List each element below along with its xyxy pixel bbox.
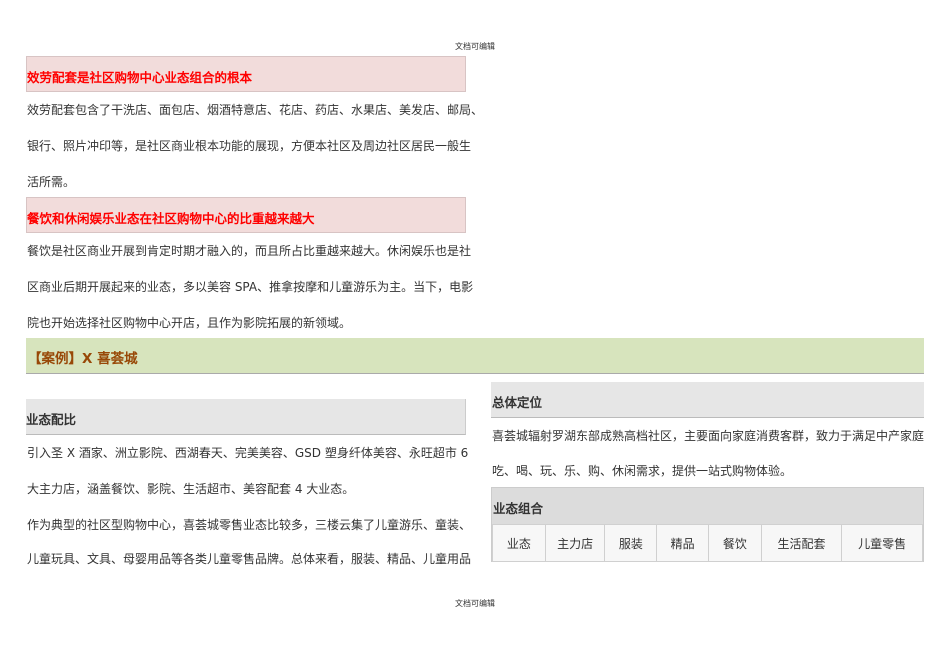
table-row: 业态 主力店 服装 精品 餐饮 生活配套 儿童零售 <box>492 524 923 562</box>
table-cell: 精品 <box>656 524 709 562</box>
paragraph-line: 儿童玩具、文具、母婴用品等各类儿童零售品牌。总体来看，服装、精品、儿童用品 <box>27 552 472 566</box>
page-header: 文档可编辑 <box>455 42 495 51</box>
table-cell: 服装 <box>604 524 658 562</box>
paragraph-line: 喜荟城辐射罗湖东部成熟高档社区，主要面向家庭消费客群，致力于满足中产家庭 <box>492 429 925 443</box>
mix-table-box: 业态组合 业态 主力店 服装 精品 餐饮 生活配套 儿童零售 <box>491 487 924 562</box>
ratio-heading: 业态配比 <box>26 399 466 435</box>
heading-text: 餐饮和休闲娱乐业态在社区购物中心的比重越来越大 <box>27 211 315 226</box>
page-footer: 文档可编辑 <box>455 599 495 608</box>
section-heading-dining: 餐饮和休闲娱乐业态在社区购物中心的比重越来越大 <box>26 197 466 233</box>
paragraph-line: 效劳配套包含了干洗店、面包店、烟酒特意店、花店、药店、水果店、美发店、邮局、 <box>27 103 484 117</box>
table-cell: 餐饮 <box>708 524 762 562</box>
paragraph-line: 吃、喝、玩、乐、购、休闲需求，提供一站式购物体验。 <box>492 464 793 478</box>
paragraph-line: 引入圣 X 酒家、洲立影院、西湖春天、完美美容、GSD 塑身纤体美容、永旺超市 … <box>27 446 469 460</box>
paragraph-line: 活所需。 <box>27 175 76 189</box>
paragraph-line: 大主力店，涵盖餐饮、影院、生活超市、美容配套 4 大业态。 <box>27 482 355 496</box>
paragraph-line: 区商业后期开展起来的业态，多以美容 SPA、推拿按摩和儿童游乐为主。当下，电影 <box>27 280 474 294</box>
positioning-heading: 总体定位 <box>491 382 924 418</box>
case-heading: 【案例】X 喜荟城 <box>26 338 924 374</box>
paragraph-line: 作为典型的社区型购物中心，喜荟城零售业态比较多，三楼云集了儿童游乐、童装、 <box>27 518 472 532</box>
heading-text: 业态配比 <box>26 412 77 427</box>
table-cell: 业态 <box>492 524 546 562</box>
paragraph-line: 院也开始选择社区购物中心开店，且作为影院拓展的新领域。 <box>27 316 352 330</box>
table-cell: 主力店 <box>544 524 606 562</box>
mix-heading: 业态组合 <box>493 501 544 516</box>
paragraph-line: 餐饮是社区商业开展到肯定时期才融入的，而且所占比重越来越大。休闲娱乐也是社 <box>27 244 472 258</box>
document-page: 文档可编辑 效劳配套是社区购物中心业态组合的根本 效劳配套包含了干洗店、面包店、… <box>0 0 950 672</box>
heading-text: 效劳配套是社区购物中心业态组合的根本 <box>27 70 253 85</box>
table-cell: 儿童零售 <box>841 524 923 562</box>
case-title: 【案例】X 喜荟城 <box>28 351 138 367</box>
heading-text: 总体定位 <box>492 395 543 410</box>
paragraph-line: 银行、照片冲印等，是社区商业根本功能的展现，方便本社区及周边社区居民一般生 <box>27 139 472 153</box>
mix-table: 业态 主力店 服装 精品 餐饮 生活配套 儿童零售 <box>492 524 923 562</box>
table-cell: 生活配套 <box>760 524 843 562</box>
section-heading-services: 效劳配套是社区购物中心业态组合的根本 <box>26 56 466 92</box>
